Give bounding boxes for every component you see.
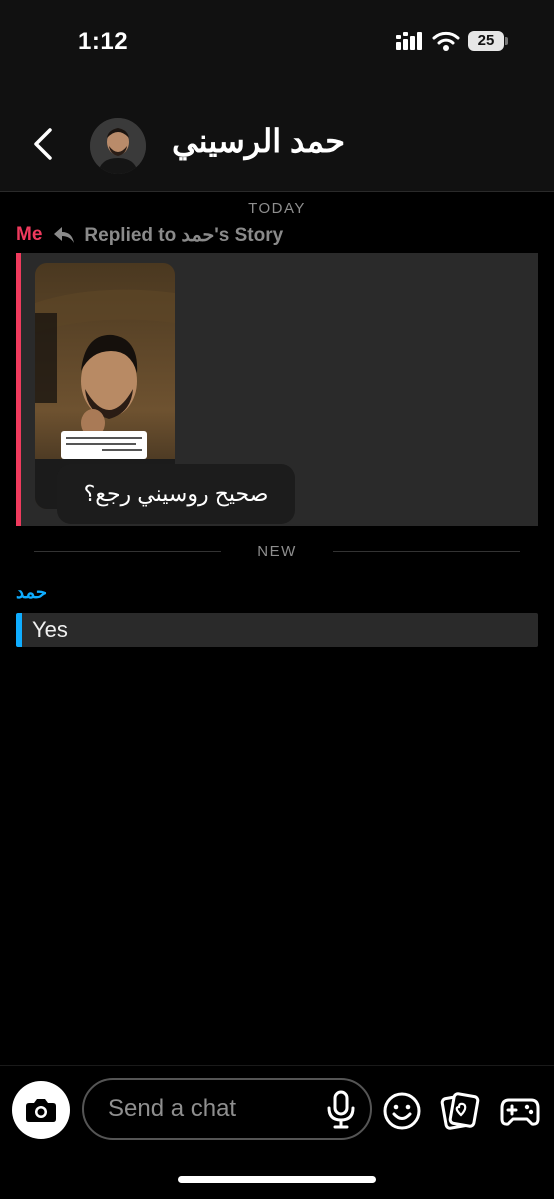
story-caption-sticker	[61, 431, 147, 459]
smiley-icon[interactable]	[382, 1091, 422, 1131]
new-messages-divider: NEW	[0, 540, 554, 564]
memories-icon[interactable]	[440, 1091, 480, 1131]
microphone-icon[interactable]	[324, 1090, 358, 1130]
chat-input[interactable]	[108, 1090, 318, 1128]
camera-icon	[26, 1099, 56, 1122]
message-text: Yes	[32, 617, 68, 642]
avatar[interactable]	[90, 118, 146, 174]
day-label: TODAY	[248, 200, 306, 217]
home-indicator[interactable]	[178, 1176, 376, 1183]
chat-message[interactable]: Yes	[16, 613, 538, 647]
back-button[interactable]	[28, 124, 58, 164]
story-reply-message: صحيح روسيني رجع؟	[16, 253, 538, 526]
cellular-signal-icon	[396, 32, 422, 50]
battery-level: 25	[468, 31, 504, 51]
gamepad-icon[interactable]	[499, 1091, 541, 1131]
contact-name[interactable]: حمد الرسيني	[172, 122, 345, 160]
battery-icon: 25	[468, 31, 508, 51]
story-reply-header: Me Replied to حمد's Story	[16, 222, 283, 248]
status-time: 1:12	[78, 28, 129, 55]
chat-input-container	[82, 1078, 372, 1140]
composer-bar	[0, 1065, 554, 1199]
replied-to-story-label: Replied to حمد's Story	[84, 224, 284, 246]
reply-arrow-icon	[54, 227, 75, 243]
story-reply-text: صحيح روسيني رجع؟	[57, 464, 295, 524]
me-label: Me	[16, 224, 43, 245]
chat-header: حمد الرسيني	[0, 80, 554, 192]
wifi-icon	[432, 31, 460, 51]
sender-name: حمد	[16, 582, 47, 602]
camera-button[interactable]	[12, 1081, 70, 1139]
profile-photo-icon	[90, 118, 146, 174]
status-bar: 1:12 25	[0, 0, 554, 80]
